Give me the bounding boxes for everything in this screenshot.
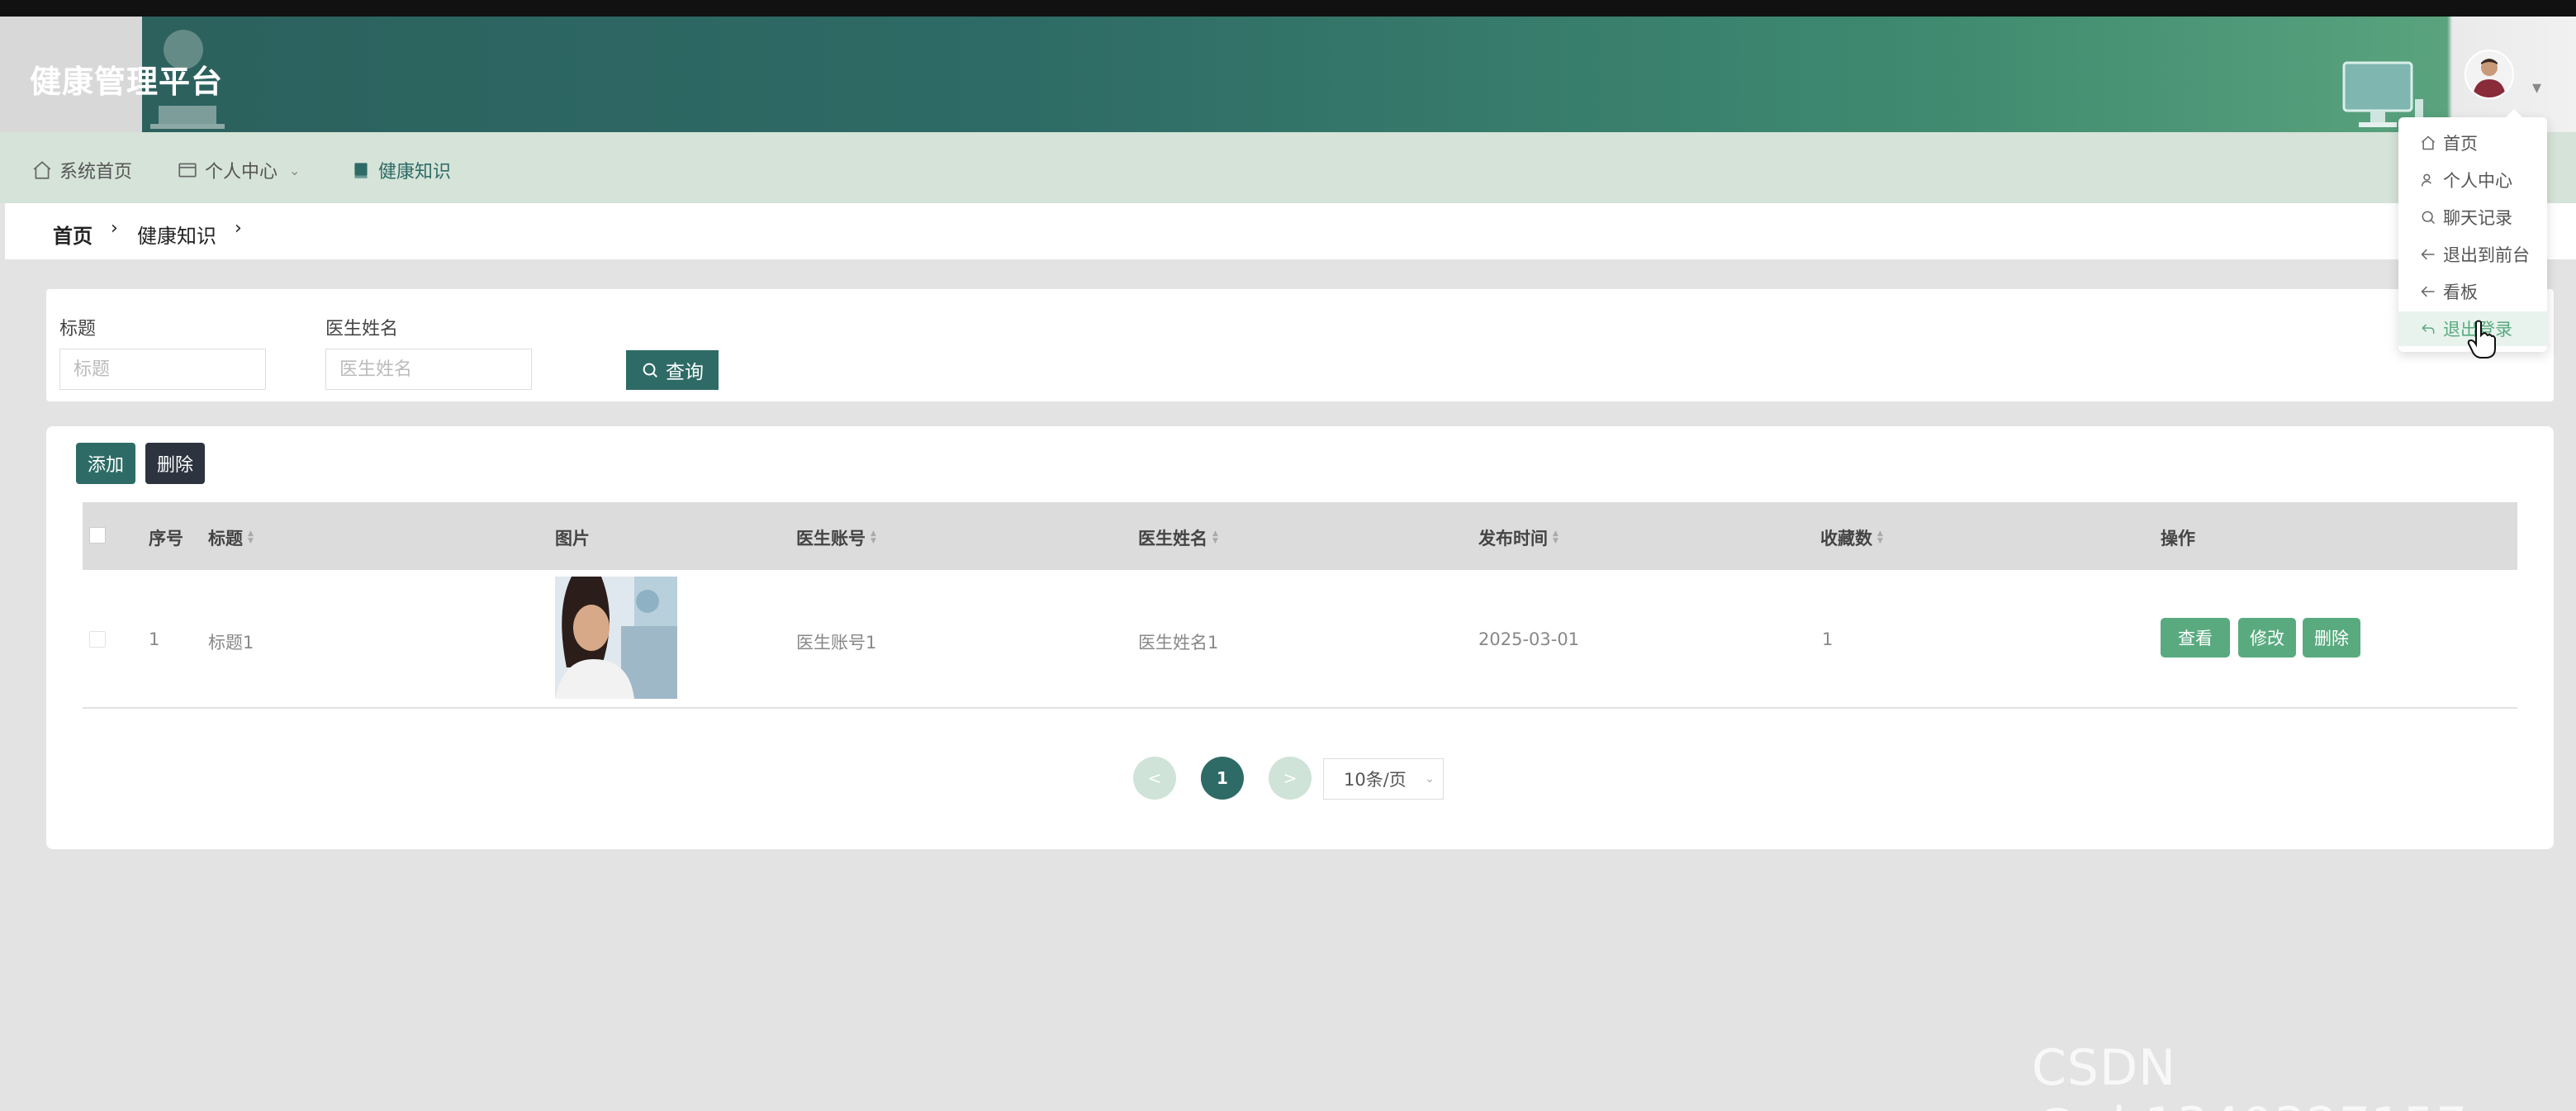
user-avatar[interactable] bbox=[2465, 50, 2514, 99]
chevron-down-icon[interactable]: ▾ bbox=[2532, 78, 2541, 98]
sort-icon[interactable]: ▲ ▼ bbox=[1877, 530, 1883, 545]
menu-item-label: 个人中心 bbox=[2443, 171, 2512, 191]
menu-item-profile[interactable]: 个人中心 bbox=[2398, 163, 2547, 197]
nav-item-health-knowledge[interactable]: 健康知识 bbox=[350, 157, 451, 183]
arrow-left-icon bbox=[2421, 249, 2435, 260]
cell-publish-time: 2025-03-01 bbox=[1478, 629, 1580, 649]
doctor-filter-label: 医生姓名 bbox=[325, 319, 399, 339]
doctor-photo bbox=[555, 577, 677, 699]
title-filter-label: 标题 bbox=[59, 319, 97, 339]
nav-item-label: 个人中心 bbox=[205, 162, 278, 183]
column-header-image: 图片 bbox=[555, 525, 590, 550]
column-header-label: 序号 bbox=[149, 529, 183, 548]
page-size-select[interactable]: 10条/页 ⌄ bbox=[1323, 758, 1444, 800]
cell-title: 标题1 bbox=[208, 633, 254, 653]
avatar-image bbox=[2473, 59, 2506, 97]
chevron-right-icon: › bbox=[111, 218, 118, 239]
column-header-label: 医生账号 bbox=[796, 529, 866, 548]
add-button[interactable]: 添加 bbox=[76, 443, 135, 484]
chevron-down-icon: ⌄ bbox=[289, 162, 301, 178]
logout-icon bbox=[2422, 324, 2435, 334]
select-all-checkbox[interactable] bbox=[89, 527, 106, 544]
column-header-label: 图片 bbox=[555, 529, 590, 548]
edit-button[interactable]: 修改 bbox=[2238, 618, 2296, 658]
card-icon bbox=[178, 163, 197, 178]
query-button-label: 查询 bbox=[666, 362, 704, 383]
hand-cursor-icon bbox=[2467, 320, 2496, 358]
page-number-button[interactable]: 1 bbox=[1201, 757, 1244, 800]
nav-item-label: 健康知识 bbox=[378, 162, 452, 183]
menu-item-label: 看板 bbox=[2443, 282, 2478, 302]
chevron-right-icon: › bbox=[235, 218, 242, 239]
title-search-input[interactable] bbox=[59, 349, 266, 390]
cell-doctor-account: 医生账号1 bbox=[796, 633, 877, 653]
breadcrumb-current[interactable]: 健康知识 bbox=[137, 220, 216, 249]
row-checkbox[interactable] bbox=[89, 631, 106, 648]
prev-page-button[interactable]: < bbox=[1133, 757, 1176, 800]
menu-item-label: 聊天记录 bbox=[2443, 208, 2512, 228]
table-row: 1 标题1 医生账号1 医生姓名1 2025-03-01 1 查看 修改 删除 bbox=[83, 570, 2517, 709]
menu-item-exit-to-frontend[interactable]: 退出到前台 bbox=[2398, 237, 2547, 272]
column-header-label: 收藏数 bbox=[1820, 529, 1872, 548]
data-table-panel: 添加 删除 序号 标题 ▲ ▼ 图片 医生账号 ▲ ▼ 医生姓名 ▲ ▼ 发布时间 ▲ ▼ 收藏… bbox=[46, 426, 2554, 849]
home-icon bbox=[33, 161, 51, 179]
top-strip bbox=[0, 0, 2576, 17]
user-icon bbox=[2421, 173, 2431, 187]
column-header-label: 发布时间 bbox=[1478, 529, 1548, 548]
breadcrumb: 首页 › 健康知识 › bbox=[5, 203, 2576, 259]
search-panel: 标题 医生姓名 查询 bbox=[46, 289, 2554, 401]
column-header-title[interactable]: 标题 ▲ ▼ bbox=[208, 525, 254, 550]
column-header-label: 操作 bbox=[2161, 529, 2195, 548]
search-icon bbox=[643, 363, 657, 377]
sort-icon[interactable]: ▲ ▼ bbox=[1553, 530, 1558, 545]
nav-item-label: 系统首页 bbox=[59, 162, 133, 183]
menu-item-chat-history[interactable]: 聊天记录 bbox=[2398, 200, 2547, 235]
cell-image-thumbnail[interactable] bbox=[555, 577, 677, 699]
breadcrumb-home[interactable]: 首页 bbox=[53, 220, 93, 249]
column-header-doctor-name[interactable]: 医生姓名 ▲ ▼ bbox=[1138, 525, 1218, 550]
nav-item-home[interactable]: 系统首页 bbox=[31, 157, 132, 183]
batch-delete-button[interactable]: 删除 bbox=[145, 443, 205, 484]
sort-icon[interactable]: ▲ ▼ bbox=[871, 530, 876, 545]
home-icon bbox=[2422, 135, 2435, 150]
column-header-favorites[interactable]: 收藏数 ▲ ▼ bbox=[1820, 525, 1883, 550]
column-header-doctor-account[interactable]: 医生账号 ▲ ▼ bbox=[796, 525, 876, 550]
search-icon bbox=[2422, 211, 2436, 225]
cell-index: 1 bbox=[149, 629, 160, 649]
menu-item-label: 首页 bbox=[2443, 134, 2478, 154]
arrow-left-icon bbox=[2421, 286, 2435, 297]
main-nav: 系统首页 个人中心 ⌄ 健康知识 bbox=[0, 132, 2576, 203]
menu-item-label: 退出到前台 bbox=[2443, 245, 2530, 265]
app-title: 健康管理平台 bbox=[30, 64, 224, 100]
menu-item-dashboard[interactable]: 看板 bbox=[2398, 274, 2547, 309]
column-header-publish-time[interactable]: 发布时间 ▲ ▼ bbox=[1478, 525, 1558, 550]
doctor-name-search-input[interactable] bbox=[325, 349, 532, 390]
nav-item-profile[interactable]: 个人中心 ⌄ bbox=[177, 157, 300, 183]
query-button[interactable]: 查询 bbox=[626, 350, 719, 390]
menu-item-home[interactable]: 首页 bbox=[2398, 126, 2547, 160]
next-page-button[interactable]: > bbox=[1269, 757, 1312, 800]
view-button[interactable]: 查看 bbox=[2161, 618, 2230, 658]
watermark-text: CSDN @yh1340327157 bbox=[2032, 1039, 2467, 1111]
column-header-actions: 操作 bbox=[2161, 525, 2195, 550]
user-dropdown-menu: 首页 个人中心 聊天记录 退出到前台 看板 退出登录 bbox=[2398, 109, 2547, 352]
sort-icon[interactable]: ▲ ▼ bbox=[1212, 530, 1218, 545]
table-header: 序号 标题 ▲ ▼ 图片 医生账号 ▲ ▼ 医生姓名 ▲ ▼ 发布时间 ▲ ▼ 收藏数 ▲ ▼ 操作 bbox=[83, 502, 2517, 570]
cell-favorites: 1 bbox=[1822, 629, 1834, 649]
chevron-down-icon: ⌄ bbox=[1425, 772, 1435, 786]
cell-doctor-name: 医生姓名1 bbox=[1138, 633, 1219, 653]
page-size-label: 10条/页 bbox=[1344, 770, 1407, 790]
column-header-label: 医生姓名 bbox=[1138, 529, 1207, 548]
sort-icon[interactable]: ▲ ▼ bbox=[248, 530, 254, 545]
app-header: 健康管理平台 ▾ bbox=[0, 17, 2576, 132]
book-icon bbox=[354, 163, 368, 178]
column-header-label: 标题 bbox=[208, 529, 243, 548]
delete-button[interactable]: 删除 bbox=[2303, 618, 2360, 658]
column-header-index: 序号 bbox=[149, 525, 183, 550]
